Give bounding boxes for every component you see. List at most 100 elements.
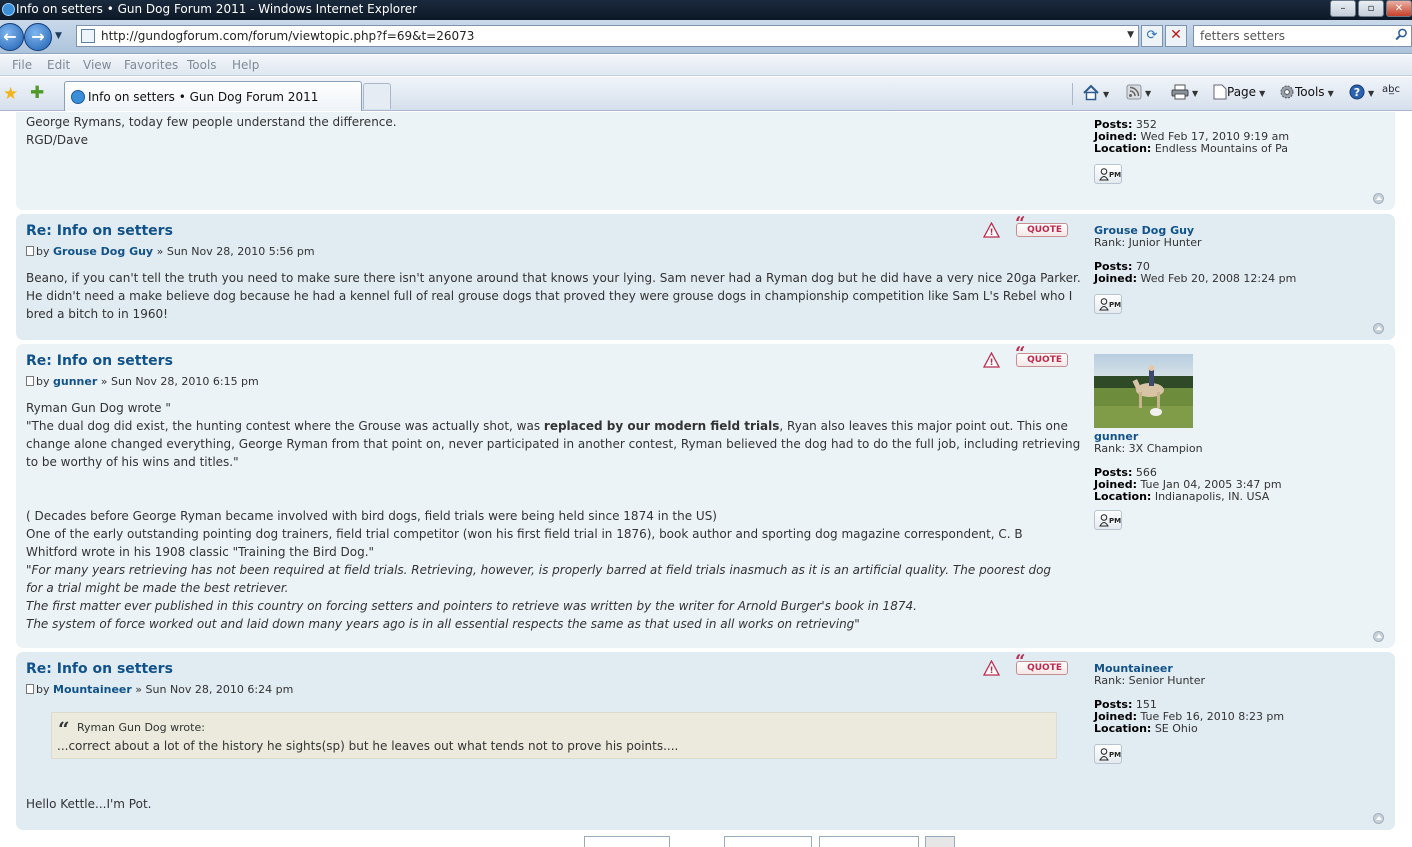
print-dropdown-icon[interactable]: ▼ (1192, 89, 1198, 98)
post: Re: Info on setters by gunner » Sun Nov … (16, 344, 1395, 648)
report-icon[interactable]: ! (983, 222, 1000, 238)
menu-help[interactable]: Help (232, 58, 259, 72)
tab-label: Info on setters • Gun Dog Forum 2011 (88, 90, 319, 104)
post-text-line: The system of force worked out and laid … (26, 617, 860, 631)
menu-tools[interactable]: Tools (187, 58, 217, 72)
profile-location: Location: Indianapolis, IN. USA (1094, 490, 1270, 503)
refresh-button[interactable]: ⟳ (1141, 25, 1163, 47)
print-button[interactable]: ▼ (1171, 84, 1198, 104)
pm-button[interactable]: PM (1094, 744, 1122, 764)
minimize-button[interactable]: – (1330, 0, 1356, 17)
feeds-button[interactable]: ▼ (1126, 84, 1151, 104)
stop-button[interactable]: ✕ (1165, 25, 1187, 47)
tools-dropdown-icon[interactable]: ▼ (1328, 89, 1334, 98)
post-text-line: "The dual dog did exist, the hunting con… (26, 419, 1068, 433)
spellcheck-icon[interactable]: ab̲c (1382, 84, 1400, 104)
page-menu-label: Page (1227, 85, 1257, 99)
back-to-top-icon[interactable] (1373, 813, 1384, 824)
post-title[interactable]: Re: Info on setters (26, 223, 173, 239)
post-title[interactable]: Re: Info on setters (26, 661, 173, 677)
gear-icon (1280, 85, 1294, 99)
pm-label: PM (1109, 171, 1122, 179)
post-text-line: He didn't need a make believe dog becaus… (26, 289, 1073, 303)
svg-text:!: ! (989, 666, 993, 676)
profile-joined: Joined: Wed Feb 20, 2008 12:24 pm (1094, 272, 1297, 285)
quote-button[interactable]: QUOTE (1015, 656, 1068, 675)
favorites-star-icon[interactable]: ★ (3, 84, 18, 104)
post-author[interactable]: Mountaineer (53, 683, 132, 696)
recent-pages-dropdown-icon[interactable]: ▼ (55, 31, 62, 41)
window-title-bar: Info on setters • Gun Dog Forum 2011 - W… (0, 0, 1412, 20)
report-icon[interactable]: ! (983, 660, 1000, 676)
menu-file[interactable]: File (12, 58, 32, 72)
page-icon-cmd (1213, 84, 1227, 100)
page-menu-button[interactable]: Page ▼ (1213, 84, 1265, 104)
menu-favorites[interactable]: Favorites (124, 58, 178, 72)
post-text-line: George Rymans, today few people understa… (26, 115, 397, 129)
post-author[interactable]: gunner (53, 375, 97, 388)
search-icon[interactable] (1395, 28, 1408, 41)
home-button[interactable]: ▼ (1082, 84, 1109, 104)
post-text-line: Ryman Gun Dog wrote " (26, 401, 171, 415)
report-icon[interactable]: ! (983, 352, 1000, 368)
home-dropdown-icon[interactable]: ▼ (1103, 90, 1109, 99)
address-dropdown-icon[interactable]: ▼ (1127, 30, 1134, 40)
post-text-line: for a trial might be made the best retri… (26, 581, 289, 595)
printer-icon (1171, 84, 1189, 100)
help-button[interactable]: ? ▼ (1349, 84, 1374, 104)
post: Re: Info on setters by Mountaineer » Sun… (16, 652, 1395, 830)
post-text-line: bred a bitch to in 1960! (26, 307, 168, 321)
profile-location: Location: Endless Mountains of Pa (1094, 142, 1288, 155)
back-button[interactable]: ← (0, 23, 24, 51)
post-title[interactable]: Re: Info on setters (26, 353, 173, 369)
tools-menu-label: Tools (1295, 85, 1325, 99)
post-text-line: Beano, if you can't tell the truth you n… (26, 271, 1081, 285)
address-url[interactable]: http://gundogforum.com/forum/viewtopic.p… (101, 29, 474, 43)
post-author-line: by Grouse Dog Guy » Sun Nov 28, 2010 5:5… (26, 245, 315, 258)
svg-text:!: ! (989, 228, 993, 238)
pm-label: PM (1109, 751, 1122, 759)
add-favorites-icon[interactable]: ✚ (30, 83, 44, 103)
person-icon (1099, 168, 1109, 181)
back-to-top-icon[interactable] (1373, 631, 1384, 642)
sort-order-select[interactable] (819, 836, 919, 847)
search-input[interactable] (1200, 29, 1390, 43)
address-bar[interactable]: http://gundogforum.com/forum/viewtopic.p… (76, 25, 1139, 47)
page-icon (81, 29, 95, 43)
window-title: Info on setters • Gun Dog Forum 2011 - W… (16, 2, 418, 16)
post-author-line: by Mountaineer » Sun Nov 28, 2010 6:24 p… (26, 683, 293, 696)
ie-tab-icon (71, 90, 85, 104)
svg-text:?: ? (1354, 86, 1360, 99)
post-author[interactable]: Grouse Dog Guy (53, 245, 153, 258)
menu-edit[interactable]: Edit (47, 58, 70, 72)
search-box[interactable] (1193, 25, 1412, 47)
menu-view[interactable]: View (83, 58, 111, 72)
new-tab-button[interactable] (363, 83, 391, 109)
toolbar-separator (1072, 83, 1073, 105)
command-bar: ★ ✚ Info on setters • Gun Dog Forum 2011… (0, 77, 1412, 111)
back-to-top-icon[interactable] (1373, 323, 1384, 334)
tools-menu-button[interactable]: Tools ▼ (1279, 84, 1334, 104)
sort-by-select[interactable] (724, 836, 812, 847)
feeds-dropdown-icon[interactable]: ▼ (1145, 89, 1151, 98)
quote-button[interactable]: QUOTE (1015, 348, 1068, 367)
tab-active[interactable]: Info on setters • Gun Dog Forum 2011 (64, 81, 362, 111)
back-to-top-icon[interactable] (1373, 193, 1384, 204)
display-posts-select[interactable] (584, 836, 670, 847)
post-text-line: One of the early outstanding pointing do… (26, 527, 1023, 541)
user-avatar[interactable] (1094, 354, 1193, 428)
maximize-button[interactable]: ▫ (1358, 0, 1384, 17)
pm-label: PM (1109, 517, 1122, 525)
profile-rank: Rank: Senior Hunter (1094, 674, 1206, 687)
pm-button[interactable]: PM (1094, 164, 1122, 184)
post-text-line: Whitford wrote in his 1908 classic "Trai… (26, 545, 375, 559)
navigation-bar: ← → ▼ http://gundogforum.com/forum/viewt… (0, 20, 1412, 54)
page-dropdown-icon[interactable]: ▼ (1259, 89, 1265, 98)
help-dropdown-icon[interactable]: ▼ (1368, 89, 1374, 98)
go-button[interactable] (925, 836, 955, 847)
quote-button[interactable]: QUOTE (1015, 218, 1068, 237)
close-window-button[interactable]: ✕ (1386, 0, 1412, 17)
pm-button[interactable]: PM (1094, 510, 1122, 530)
forward-button[interactable]: → (24, 23, 52, 51)
pm-button[interactable]: PM (1094, 294, 1122, 314)
